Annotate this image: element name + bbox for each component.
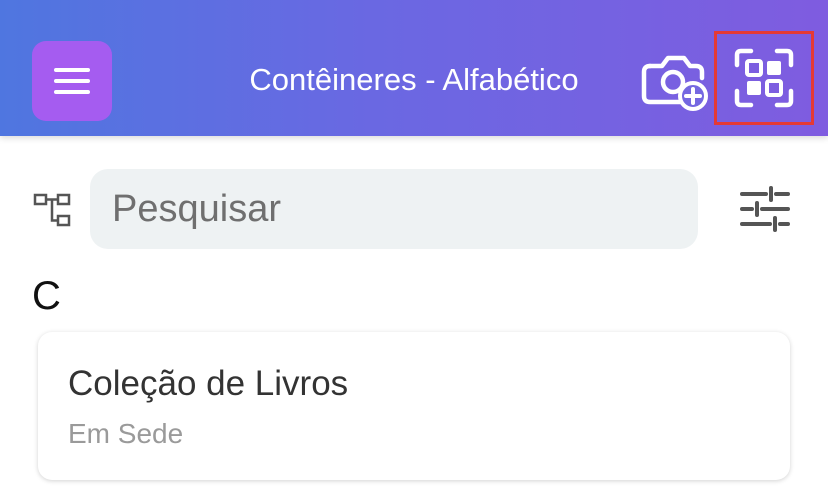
search-field[interactable] (90, 169, 698, 249)
filter-sliders-icon (740, 186, 790, 232)
containers-screen: Contêineres - Alfabético Pesquisar C Col… (0, 0, 828, 494)
hierarchy-view-button[interactable] (32, 190, 72, 230)
filter-button[interactable] (738, 186, 792, 232)
list-item[interactable]: Coleção de Livros Em Sede (38, 332, 790, 480)
container-title: Coleção de Livros (68, 364, 349, 403)
add-photo-button[interactable] (640, 46, 712, 112)
search-input[interactable] (110, 186, 698, 232)
page-title: Contêineres - Alfabético (249, 62, 579, 97)
container-location: Em Sede (68, 418, 184, 449)
hamburger-menu-icon (54, 68, 90, 94)
app-header: Contêineres - Alfabético (0, 0, 828, 136)
section-header-letter: C (32, 274, 61, 318)
qr-scan-icon (734, 48, 794, 108)
camera-add-icon (641, 55, 708, 111)
menu-button[interactable] (32, 41, 112, 121)
scan-qr-button[interactable] (714, 31, 814, 125)
hierarchy-tree-icon (33, 193, 71, 227)
